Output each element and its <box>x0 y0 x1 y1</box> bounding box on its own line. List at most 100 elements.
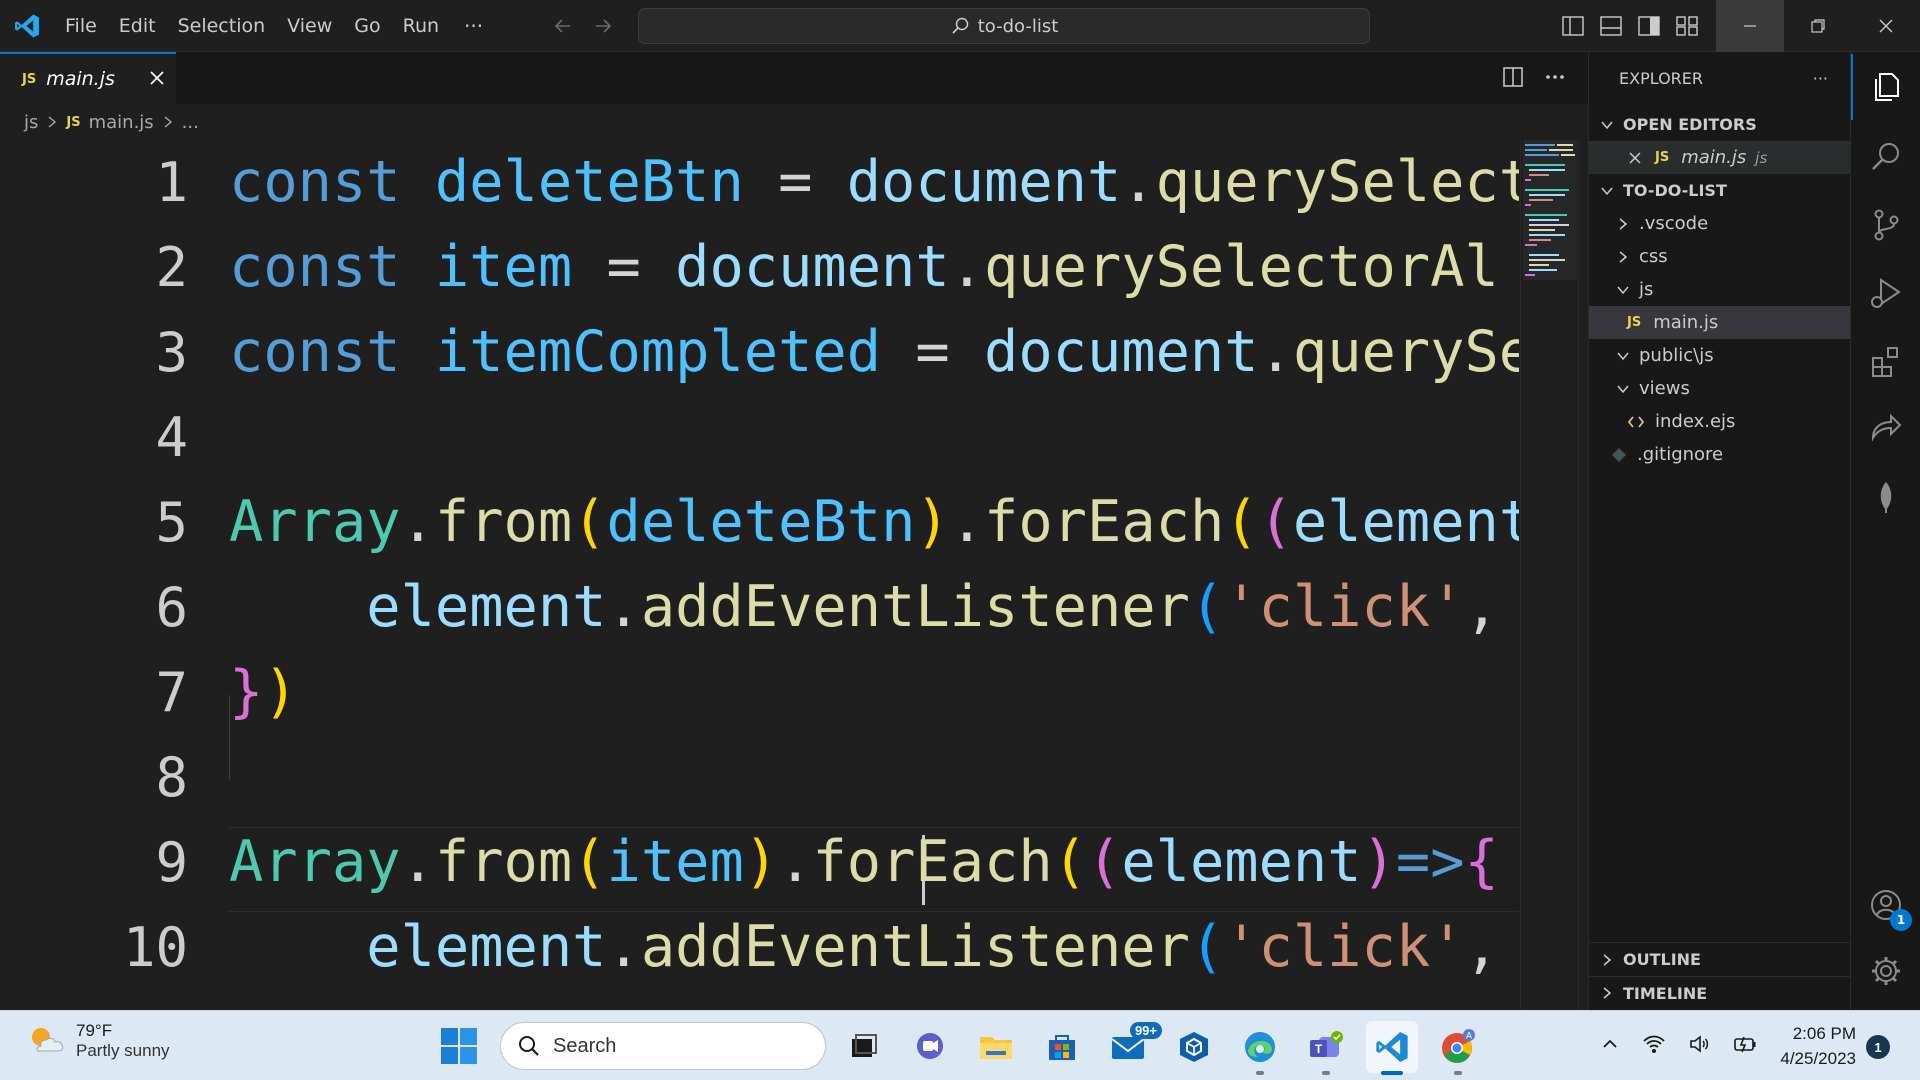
code-line[interactable]: const itemCompleted = document.querySe <box>229 310 1519 395</box>
toggle-secondary-sidebar-icon[interactable] <box>1638 16 1660 36</box>
taskbar-search[interactable] <box>500 1022 826 1070</box>
battery-icon[interactable] <box>1732 1033 1758 1055</box>
tree-item-main-js[interactable]: JS main.js <box>1589 306 1851 339</box>
code-token: Array <box>229 489 401 555</box>
search-view-icon[interactable] <box>1851 124 1920 190</box>
chevron-down-icon <box>1615 282 1631 298</box>
code-line[interactable]: element.addEventListener('click', <box>229 905 1499 990</box>
customize-layout-icon[interactable] <box>1676 16 1698 36</box>
code-line[interactable]: element.addEventListener('click', <box>229 565 1499 650</box>
tab-main-js[interactable]: JS main.js <box>0 52 176 104</box>
toggle-panel-icon[interactable] <box>1600 16 1622 36</box>
close-icon[interactable] <box>1627 150 1643 166</box>
settings-gear-icon[interactable] <box>1851 938 1920 1004</box>
code-line[interactable]: const item = document.querySelectorAl <box>229 225 1499 310</box>
code-token: ( <box>1052 829 1088 895</box>
tree-item-index-ejs[interactable]: index.ejs <box>1589 405 1851 438</box>
close-icon[interactable] <box>147 68 167 88</box>
menu-edit[interactable]: Edit <box>108 0 167 52</box>
accounts-icon[interactable]: 1 <box>1851 872 1920 938</box>
menu-view[interactable]: View <box>276 0 343 52</box>
js-file-icon: JS <box>22 71 37 87</box>
outline-label: OUTLINE <box>1623 950 1701 969</box>
task-view-button[interactable] <box>838 1021 890 1073</box>
section-timeline[interactable]: TIMELINE <box>1589 976 1851 1009</box>
split-editor-icon[interactable] <box>1502 66 1524 88</box>
start-button[interactable] <box>440 1027 478 1065</box>
explorer-view-icon[interactable] <box>1851 54 1920 120</box>
restore-button[interactable] <box>1784 0 1852 52</box>
taskbar-clock[interactable]: 2:06 PM 4/25/2023 <box>1770 1021 1856 1071</box>
back-arrow-icon[interactable] <box>552 15 574 37</box>
wifi-icon[interactable] <box>1642 1033 1666 1055</box>
vertical-scrollbar[interactable] <box>1578 140 1588 1010</box>
volume-icon[interactable] <box>1688 1033 1710 1055</box>
menu-more-button[interactable]: ··· <box>450 14 497 38</box>
run-debug-icon[interactable] <box>1851 260 1920 326</box>
edge-browser-icon[interactable] <box>1234 1021 1286 1075</box>
menu-file[interactable]: File <box>54 0 108 52</box>
code-line[interactable]: Array.from(item).forEach((element)=>{ <box>229 820 1499 905</box>
menu-go[interactable]: Go <box>343 0 391 52</box>
forward-arrow-icon[interactable] <box>592 15 614 37</box>
open-editor-item[interactable]: JS main.js js <box>1589 141 1851 174</box>
minimap[interactable] <box>1520 140 1578 1010</box>
code-token: ( <box>1189 574 1225 640</box>
cube-app-icon[interactable] <box>1168 1021 1220 1073</box>
mail-app-icon[interactable]: 99+ <box>1102 1021 1162 1073</box>
mongodb-leaf-icon[interactable] <box>1851 464 1920 530</box>
breadcrumb-file[interactable]: main.js <box>89 112 154 133</box>
chrome-browser-icon[interactable]: A <box>1432 1021 1484 1075</box>
notification-badge[interactable]: 1 <box>1866 1035 1890 1059</box>
tree-item-css[interactable]: css <box>1589 240 1851 273</box>
partly-sunny-icon <box>26 1021 66 1061</box>
section-outline[interactable]: OUTLINE <box>1589 943 1851 976</box>
taskbar-search-input[interactable] <box>553 1034 803 1058</box>
file-explorer-icon[interactable] <box>970 1021 1022 1073</box>
breadcrumb-tail[interactable]: ... <box>182 112 199 133</box>
code-line[interactable]: }) <box>229 650 298 735</box>
chevron-right-icon <box>1599 952 1615 968</box>
tree-item-views[interactable]: views <box>1589 372 1851 405</box>
breadcrumb-folder[interactable]: js <box>24 112 38 133</box>
source-control-icon[interactable] <box>1851 192 1920 258</box>
line-number: 10 <box>122 916 188 979</box>
toggle-primary-sidebar-icon[interactable] <box>1562 16 1584 36</box>
live-share-icon[interactable] <box>1851 396 1920 462</box>
command-center[interactable]: to-do-list <box>638 8 1370 44</box>
minimize-button[interactable] <box>1716 0 1784 52</box>
code-token: } <box>229 659 264 725</box>
activity-bar: 1 <box>1850 52 1920 1010</box>
code-token: = <box>881 319 984 385</box>
menu-run[interactable]: Run <box>392 0 450 52</box>
teams-app-icon[interactable]: T <box>1300 1021 1352 1075</box>
app-indicator <box>1256 1071 1264 1075</box>
tree-item-public-js[interactable]: public\js <box>1589 339 1851 372</box>
chevron-up-icon[interactable] <box>1600 1034 1620 1054</box>
weather-widget[interactable]: 79°F Partly sunny <box>26 1021 170 1061</box>
section-project[interactable]: TO-DO-LIST <box>1589 174 1851 207</box>
vscode-taskbar-icon[interactable] <box>1366 1021 1418 1075</box>
section-open-editors[interactable]: OPEN EDITORS <box>1589 108 1851 141</box>
extensions-icon[interactable] <box>1851 328 1920 394</box>
chevron-right-icon <box>162 115 174 129</box>
chevron-right-icon <box>1599 985 1615 1001</box>
app-indicator <box>1454 1071 1462 1075</box>
code-area[interactable]: const deleteBtn = document.querySelect co… <box>229 140 1519 1010</box>
code-line[interactable]: const deleteBtn = document.querySelect <box>229 140 1519 225</box>
code-token: document <box>984 319 1259 385</box>
code-token: . <box>606 914 641 980</box>
code-line[interactable]: Array.from(deleteBtn).forEach((element <box>229 480 1519 565</box>
tree-item-js[interactable]: js <box>1589 273 1851 306</box>
layout-controls <box>1562 0 1698 52</box>
tree-item-vscode[interactable]: .vscode <box>1589 207 1851 240</box>
chat-app-icon[interactable] <box>904 1021 956 1073</box>
tree-item-gitignore[interactable]: .gitignore <box>1589 438 1851 471</box>
explorer-more-button[interactable]: ··· <box>1813 69 1828 88</box>
menu-selection[interactable]: Selection <box>167 0 277 52</box>
more-actions-icon[interactable] <box>1544 66 1566 88</box>
microsoft-store-icon[interactable] <box>1036 1021 1088 1073</box>
code-editor[interactable]: 1 2 3 4 5 6 7 8 9 10 const deleteBtn = document.q… <box>0 140 1588 1010</box>
close-window-button[interactable] <box>1852 0 1920 52</box>
